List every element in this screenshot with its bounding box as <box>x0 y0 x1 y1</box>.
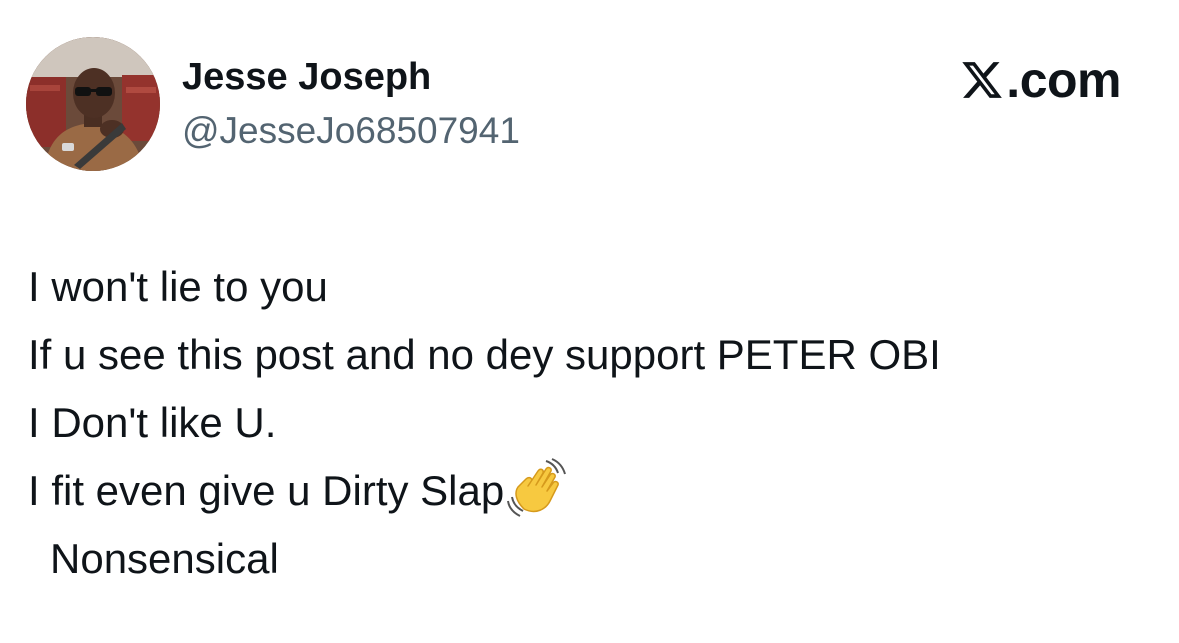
avatar-photo <box>26 37 160 171</box>
tweet-line: I Don't like U. <box>28 399 277 446</box>
waving-hand-emoji <box>507 458 567 517</box>
author-handle[interactable]: @JesseJo68507941 <box>182 108 520 154</box>
x-brand-watermark: .com <box>960 52 1121 108</box>
tweet-line: Nonsensical <box>50 535 279 582</box>
brand-domain-suffix: .com <box>1006 52 1121 108</box>
tweet-line-with-emoji: I fit even give u Dirty Slap <box>28 457 1148 525</box>
avatar[interactable] <box>26 37 160 171</box>
tweet-line: If u see this post and no dey support PE… <box>28 331 941 378</box>
tweet-text: I won't lie to you If u see this post an… <box>28 253 1148 593</box>
author-display-name[interactable]: Jesse Joseph <box>182 54 431 100</box>
tweet-line-text: I fit even give u Dirty Slap <box>28 467 505 514</box>
x-logo-icon <box>962 62 1003 98</box>
tweet-line: I won't lie to you <box>28 263 328 310</box>
